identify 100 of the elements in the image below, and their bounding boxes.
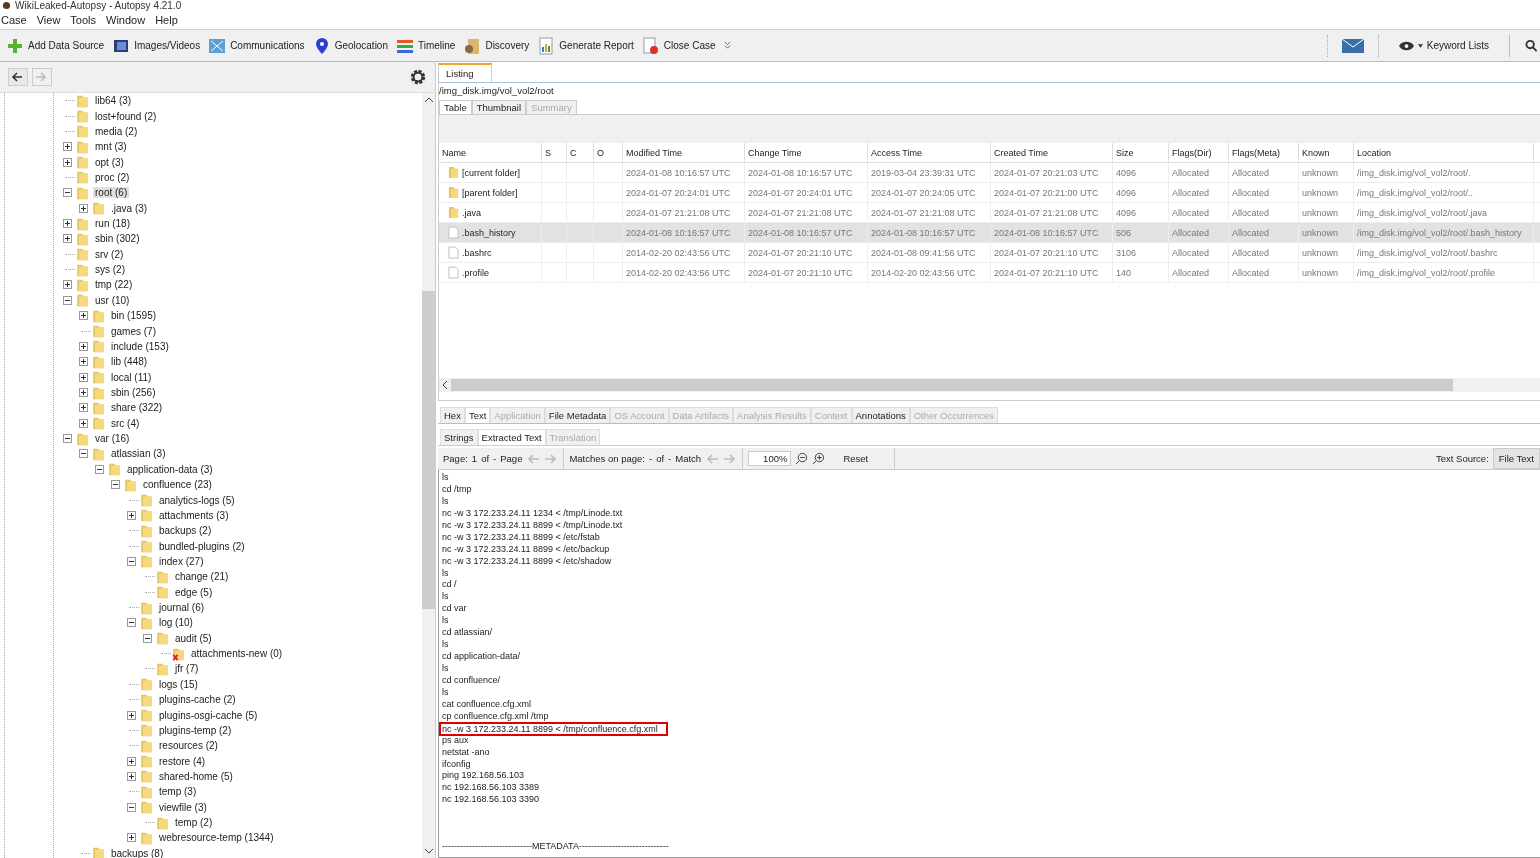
toolbar-button[interactable]: Discovery — [461, 36, 532, 55]
tree-item[interactable]: plugins-osgi-cache (5) — [157, 709, 260, 721]
collapse-icon[interactable] — [127, 802, 136, 812]
viewer-subtab[interactable]: Extracted Text — [477, 429, 546, 445]
back-button[interactable] — [8, 68, 28, 86]
chevron-down-icon[interactable] — [723, 41, 731, 50]
tree-item[interactable]: bin (1595) — [109, 310, 159, 322]
expand-icon[interactable] — [79, 403, 88, 413]
tree-item[interactable]: tmp (22) — [93, 279, 135, 291]
envelope-icon[interactable] — [1341, 38, 1364, 53]
tree-item[interactable]: analytics-logs (5) — [157, 494, 237, 506]
view-tab[interactable]: Thumbnail — [471, 100, 527, 114]
expand-icon[interactable] — [63, 234, 72, 244]
expand-icon[interactable] — [127, 710, 136, 720]
column-header[interactable]: Modified Time — [623, 143, 745, 162]
expand-icon[interactable] — [79, 311, 88, 321]
collapse-icon[interactable] — [127, 618, 136, 628]
tree-item[interactable]: bundled-plugins (2) — [157, 540, 247, 552]
tree-item[interactable]: plugins-temp (2) — [157, 724, 234, 736]
tree-item[interactable]: .java (3) — [109, 202, 150, 214]
viewer-subtab[interactable]: Strings — [440, 429, 478, 445]
expand-icon[interactable] — [79, 341, 88, 351]
tree-item[interactable]: index (27) — [157, 555, 206, 567]
tree-item[interactable]: include (153) — [109, 340, 171, 352]
collapse-icon[interactable] — [143, 633, 152, 643]
collapse-icon[interactable] — [95, 464, 104, 474]
toolbar-button[interactable]: Images/Videos — [110, 36, 203, 55]
tree-item[interactable]: audit (5) — [173, 632, 214, 644]
toolbar-button[interactable]: Timeline — [394, 36, 458, 55]
scroll-left-icon[interactable] — [442, 381, 447, 389]
tree-item[interactable]: lost+found (2) — [93, 110, 159, 122]
tree-item[interactable]: var (16) — [93, 433, 132, 445]
zoom-in-icon[interactable] — [812, 452, 826, 465]
tree-item[interactable]: resources (2) — [157, 740, 220, 752]
expand-icon[interactable] — [63, 280, 72, 290]
tree-item[interactable]: change (21) — [173, 571, 231, 583]
table-row[interactable]: .profile 2014-02-20 02:43:56 UTC 2024-01-07 20:21:10 UTC 2014-02-20 02:43:56 UTC 2024-01-07 20:21:10 UTC 140 Allocated Allocated unknown /img_disk.img/vol_vol2/root/.profile — [439, 263, 1540, 283]
collapse-icon[interactable] — [63, 188, 72, 198]
table-row[interactable]: [parent folder] 2024-01-07 20:24:01 UTC 2024-01-07 20:24:01 UTC 2024-01-07 20:24:05 UTC 2024-01-07 20:21:00 UTC 4096 Allocated Allocated unknown /img_disk.img/vol_vol2/root/.. — [439, 183, 1540, 203]
settings-icon[interactable] — [409, 68, 427, 86]
collapse-icon[interactable] — [127, 556, 136, 566]
expand-icon[interactable] — [79, 357, 88, 367]
tree-item[interactable]: edge (5) — [173, 586, 215, 598]
tree-item[interactable]: run (18) — [93, 218, 132, 230]
menu-item[interactable]: Window — [105, 14, 152, 26]
collapse-icon[interactable] — [79, 449, 88, 459]
tree-item[interactable]: sys (2) — [93, 264, 127, 276]
column-header[interactable]: C — [567, 143, 594, 162]
collapse-icon[interactable] — [63, 295, 72, 305]
tree-item[interactable]: usr (10) — [93, 294, 132, 306]
zoom-field[interactable]: 100% — [748, 451, 792, 466]
tree-item[interactable]: jfr (7) — [173, 663, 201, 675]
tree-item[interactable]: temp (3) — [157, 786, 199, 798]
column-header[interactable]: Access Time — [868, 143, 991, 162]
tree-item[interactable]: attachments (3) — [157, 509, 231, 521]
tree-item[interactable]: sbin (302) — [93, 233, 142, 245]
viewer-tab[interactable]: File Metadata — [544, 407, 611, 423]
collapse-icon[interactable] — [111, 480, 120, 490]
expand-icon[interactable] — [63, 142, 72, 152]
tree-item[interactable]: restore (4) — [157, 755, 208, 767]
collapse-icon[interactable] — [63, 434, 72, 444]
menu-item[interactable]: Case — [0, 14, 33, 26]
viewer-tab[interactable]: Annotations — [851, 407, 910, 423]
tree-item[interactable]: srv (2) — [93, 248, 126, 260]
tree-item[interactable]: backups (8) — [109, 847, 166, 858]
tree-item[interactable]: mnt (3) — [93, 141, 129, 153]
reset-button[interactable]: Reset — [843, 453, 885, 464]
column-header[interactable]: Flags(Dir) — [1169, 143, 1229, 162]
horizontal-scrollbar-thumb[interactable] — [451, 379, 1453, 391]
tree-item[interactable]: sbin (256) — [109, 387, 158, 398]
tree-item[interactable]: viewfile (3) — [157, 801, 209, 813]
tree-item[interactable]: share (322) — [109, 402, 165, 414]
tree-item[interactable]: lib64 (3) — [93, 95, 134, 107]
scrollbar-thumb[interactable] — [422, 291, 435, 609]
expand-icon[interactable] — [127, 772, 136, 781]
tree-item[interactable]: temp (2) — [173, 817, 215, 829]
expand-icon[interactable] — [79, 372, 88, 382]
table-row[interactable]: [current folder] 2024-01-08 10:16:57 UTC 2024-01-08 10:16:57 UTC 2019-03-04 23:39:31 UTC 2024-01-07 20:21:03 UTC 4096 Allocated Allocated unknown /img_disk.img/vol_vol2/root/. — [439, 163, 1540, 183]
toolbar-button[interactable]: Add Data Source — [4, 36, 107, 55]
expand-icon[interactable] — [127, 756, 136, 766]
tree-item[interactable]: opt (3) — [93, 156, 126, 168]
scroll-down-icon[interactable] — [424, 849, 433, 854]
tree-item[interactable]: shared-home (5) — [157, 771, 235, 782]
menu-item[interactable]: Help — [154, 14, 184, 26]
tree-item[interactable]: backups (2) — [157, 525, 214, 537]
table-row[interactable]: .bash_history 2024-01-08 10:16:57 UTC 2024-01-08 10:16:57 UTC 2024-01-08 10:16:57 UTC 2024-01-08 10:16:57 UTC 506 Allocated Allocated unknown /img_disk.img/vol_vol2/root/.bash_history — [439, 223, 1540, 243]
listing-tab[interactable]: Listing — [438, 63, 493, 82]
tree-item[interactable]: src (4) — [109, 417, 142, 429]
tree-item[interactable]: lib (448) — [109, 356, 150, 368]
toolbar-button[interactable]: Generate Report — [535, 36, 636, 55]
viewer-tab[interactable]: Text — [464, 407, 491, 423]
column-header[interactable]: O — [594, 143, 623, 162]
column-header[interactable]: Name — [439, 143, 542, 162]
tree-item[interactable]: atlassian (3) — [109, 448, 168, 460]
tree-item[interactable]: log (10) — [157, 617, 195, 629]
tree-item[interactable]: confluence (23) — [141, 479, 214, 491]
tree-item[interactable]: attachments-new (0) — [189, 648, 285, 660]
column-header[interactable]: S — [542, 143, 567, 162]
tree-item[interactable]: application-data (3) — [125, 463, 215, 475]
tree-item[interactable]: root (6) — [93, 187, 130, 199]
